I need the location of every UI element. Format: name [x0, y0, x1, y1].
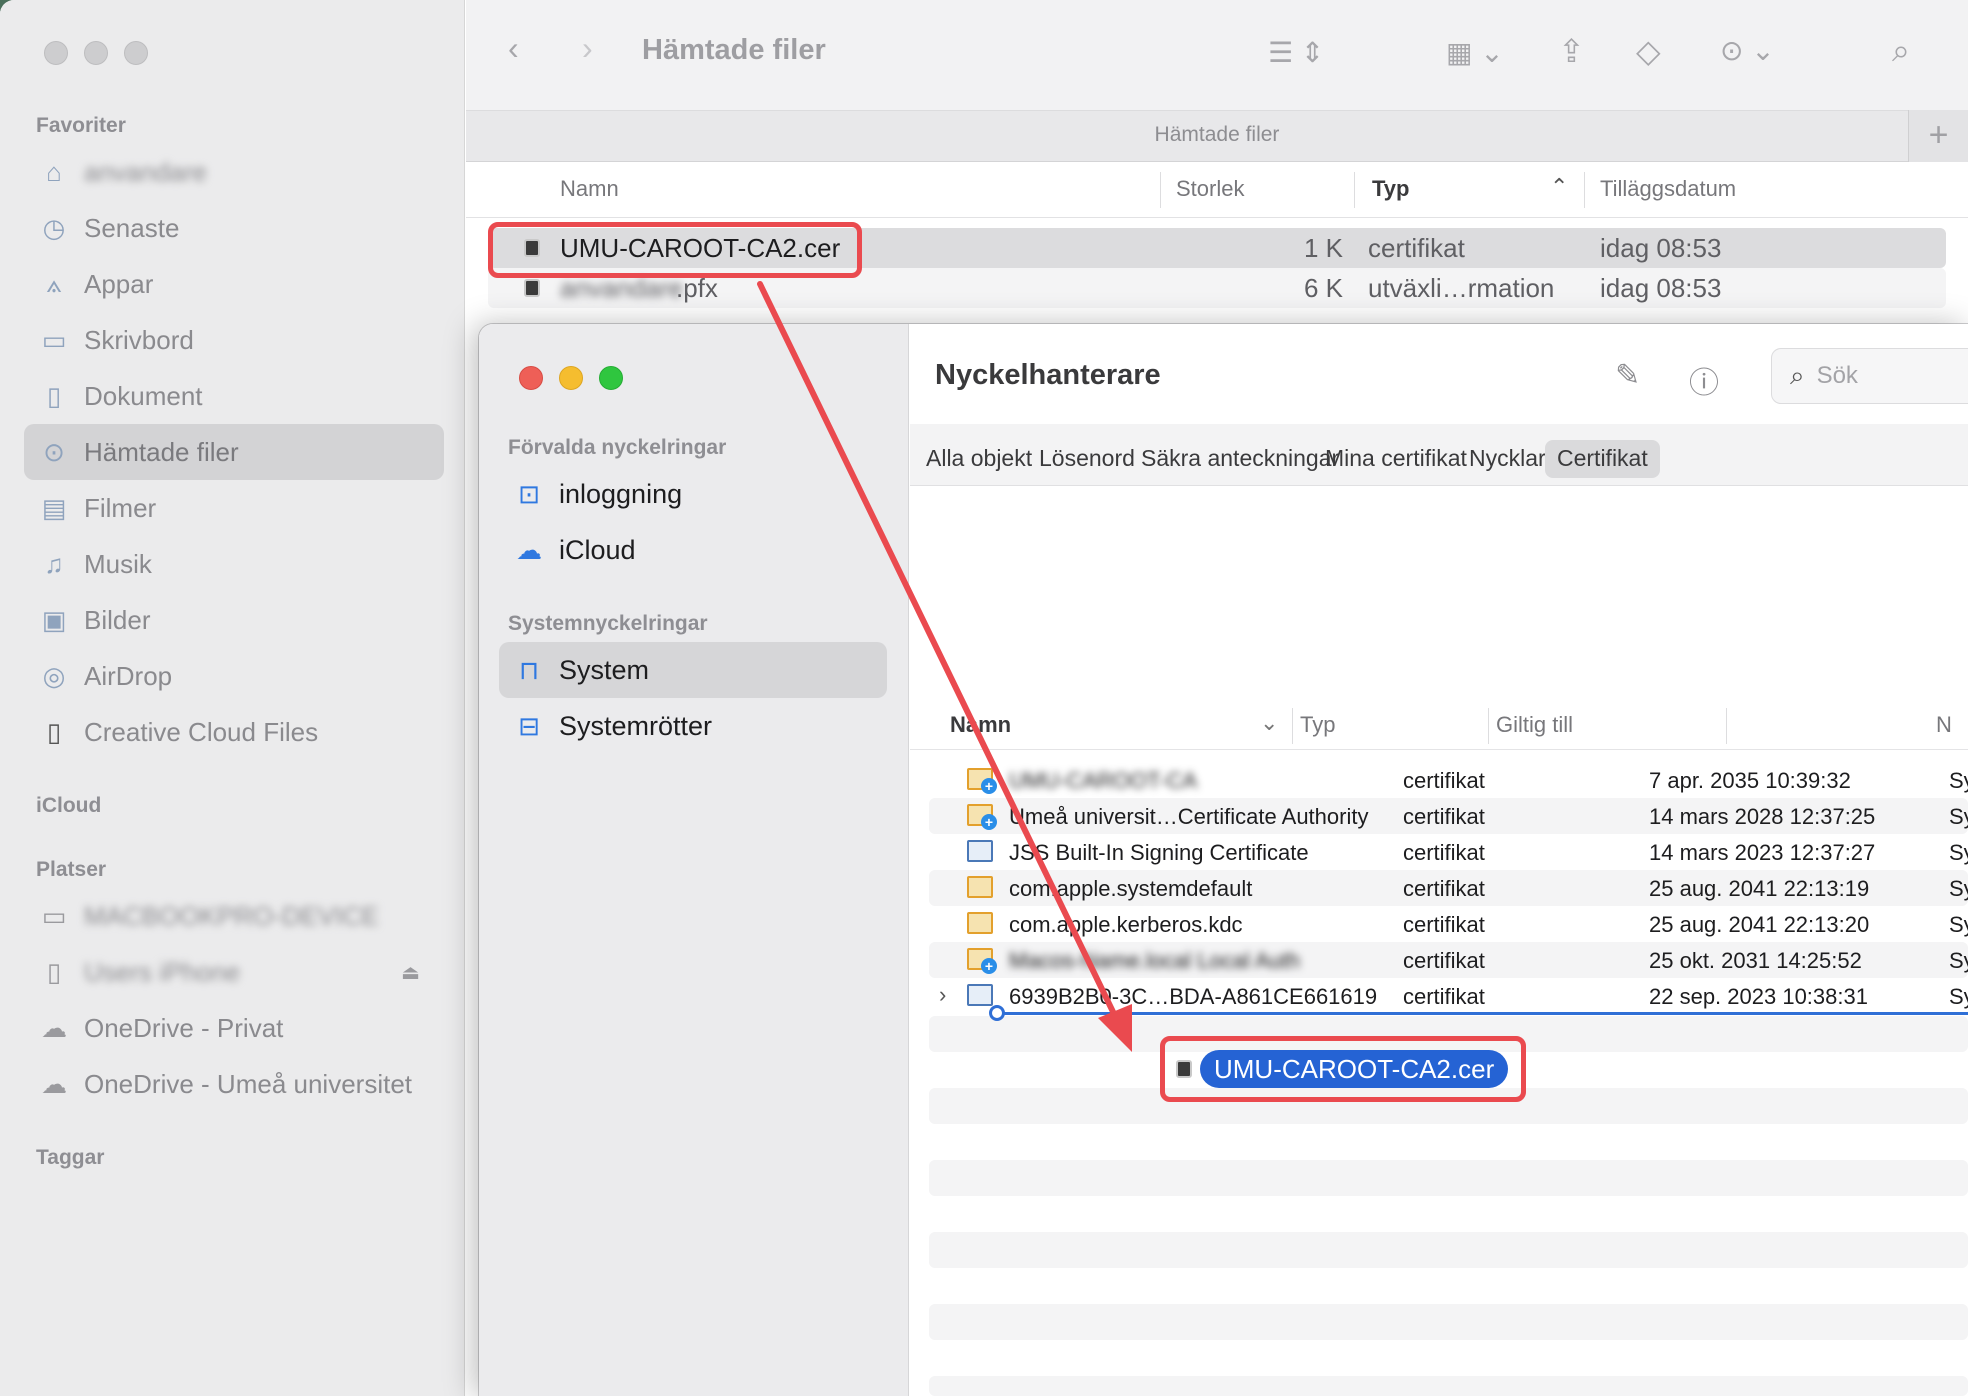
annotation-arrow: [757, 281, 1132, 1052]
